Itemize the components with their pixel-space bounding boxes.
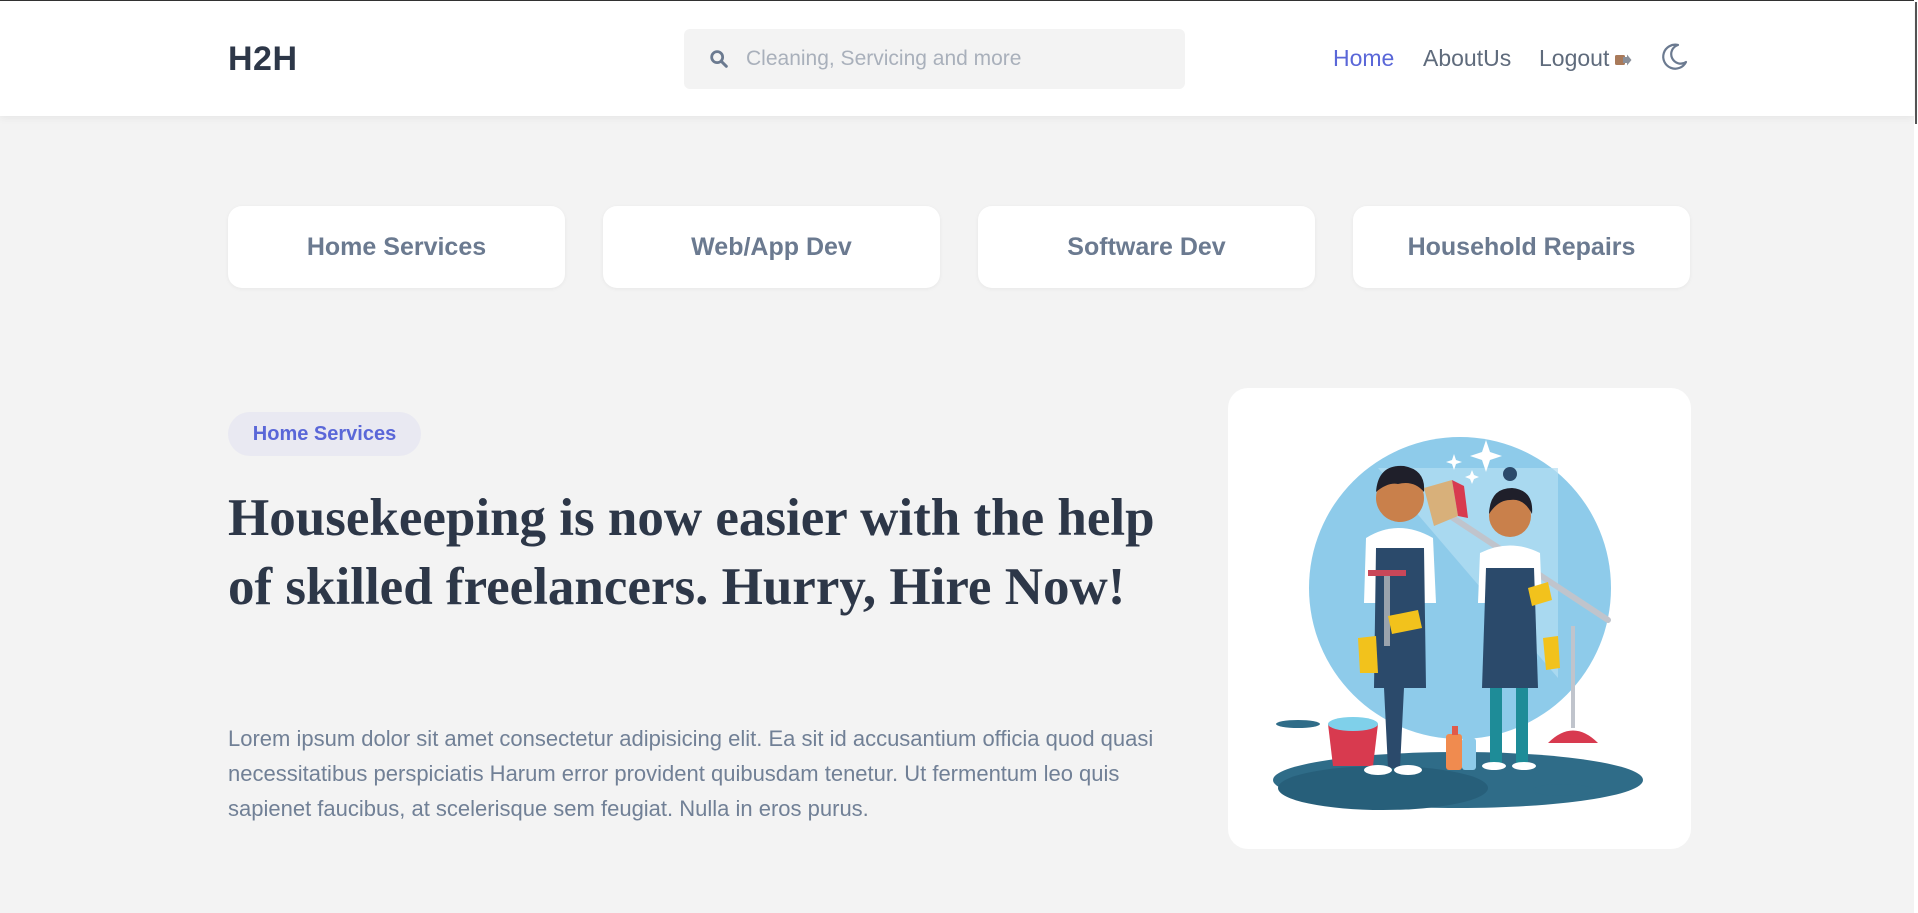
category-web-app-dev[interactable]: Web/App Dev — [603, 206, 940, 288]
hero-illustration-card — [1228, 388, 1691, 849]
search-input[interactable] — [746, 29, 1166, 89]
nav-logout-link[interactable]: Logout — [1539, 45, 1632, 72]
hero-category-badge: Home Services — [228, 412, 421, 456]
vertical-scrollbar[interactable] — [1914, 0, 1918, 913]
hero-description: Lorem ipsum dolor sit amet consectetur a… — [228, 726, 1154, 821]
moon-icon[interactable] — [1659, 42, 1689, 72]
hero-headline: Housekeeping is now easier with the help… — [228, 489, 1155, 616]
cleaners-illustration — [1273, 437, 1643, 810]
category-home-services[interactable]: Home Services — [228, 206, 565, 288]
category-software-dev[interactable]: Software Dev — [978, 206, 1315, 288]
search-icon — [710, 50, 728, 68]
scrollbar-thumb[interactable] — [1915, 2, 1917, 124]
brand-logo[interactable]: H2H — [228, 40, 298, 79]
nav-home-link[interactable]: Home — [1333, 45, 1394, 72]
logout-icon — [1615, 54, 1632, 66]
site-header: H2H Home AboutUs Logout — [0, 1, 1914, 116]
search-bar[interactable] — [684, 29, 1185, 89]
category-household-repairs[interactable]: Household Repairs — [1353, 206, 1690, 288]
nav-about-link[interactable]: AboutUs — [1423, 45, 1511, 72]
logout-label: Logout — [1539, 45, 1610, 71]
